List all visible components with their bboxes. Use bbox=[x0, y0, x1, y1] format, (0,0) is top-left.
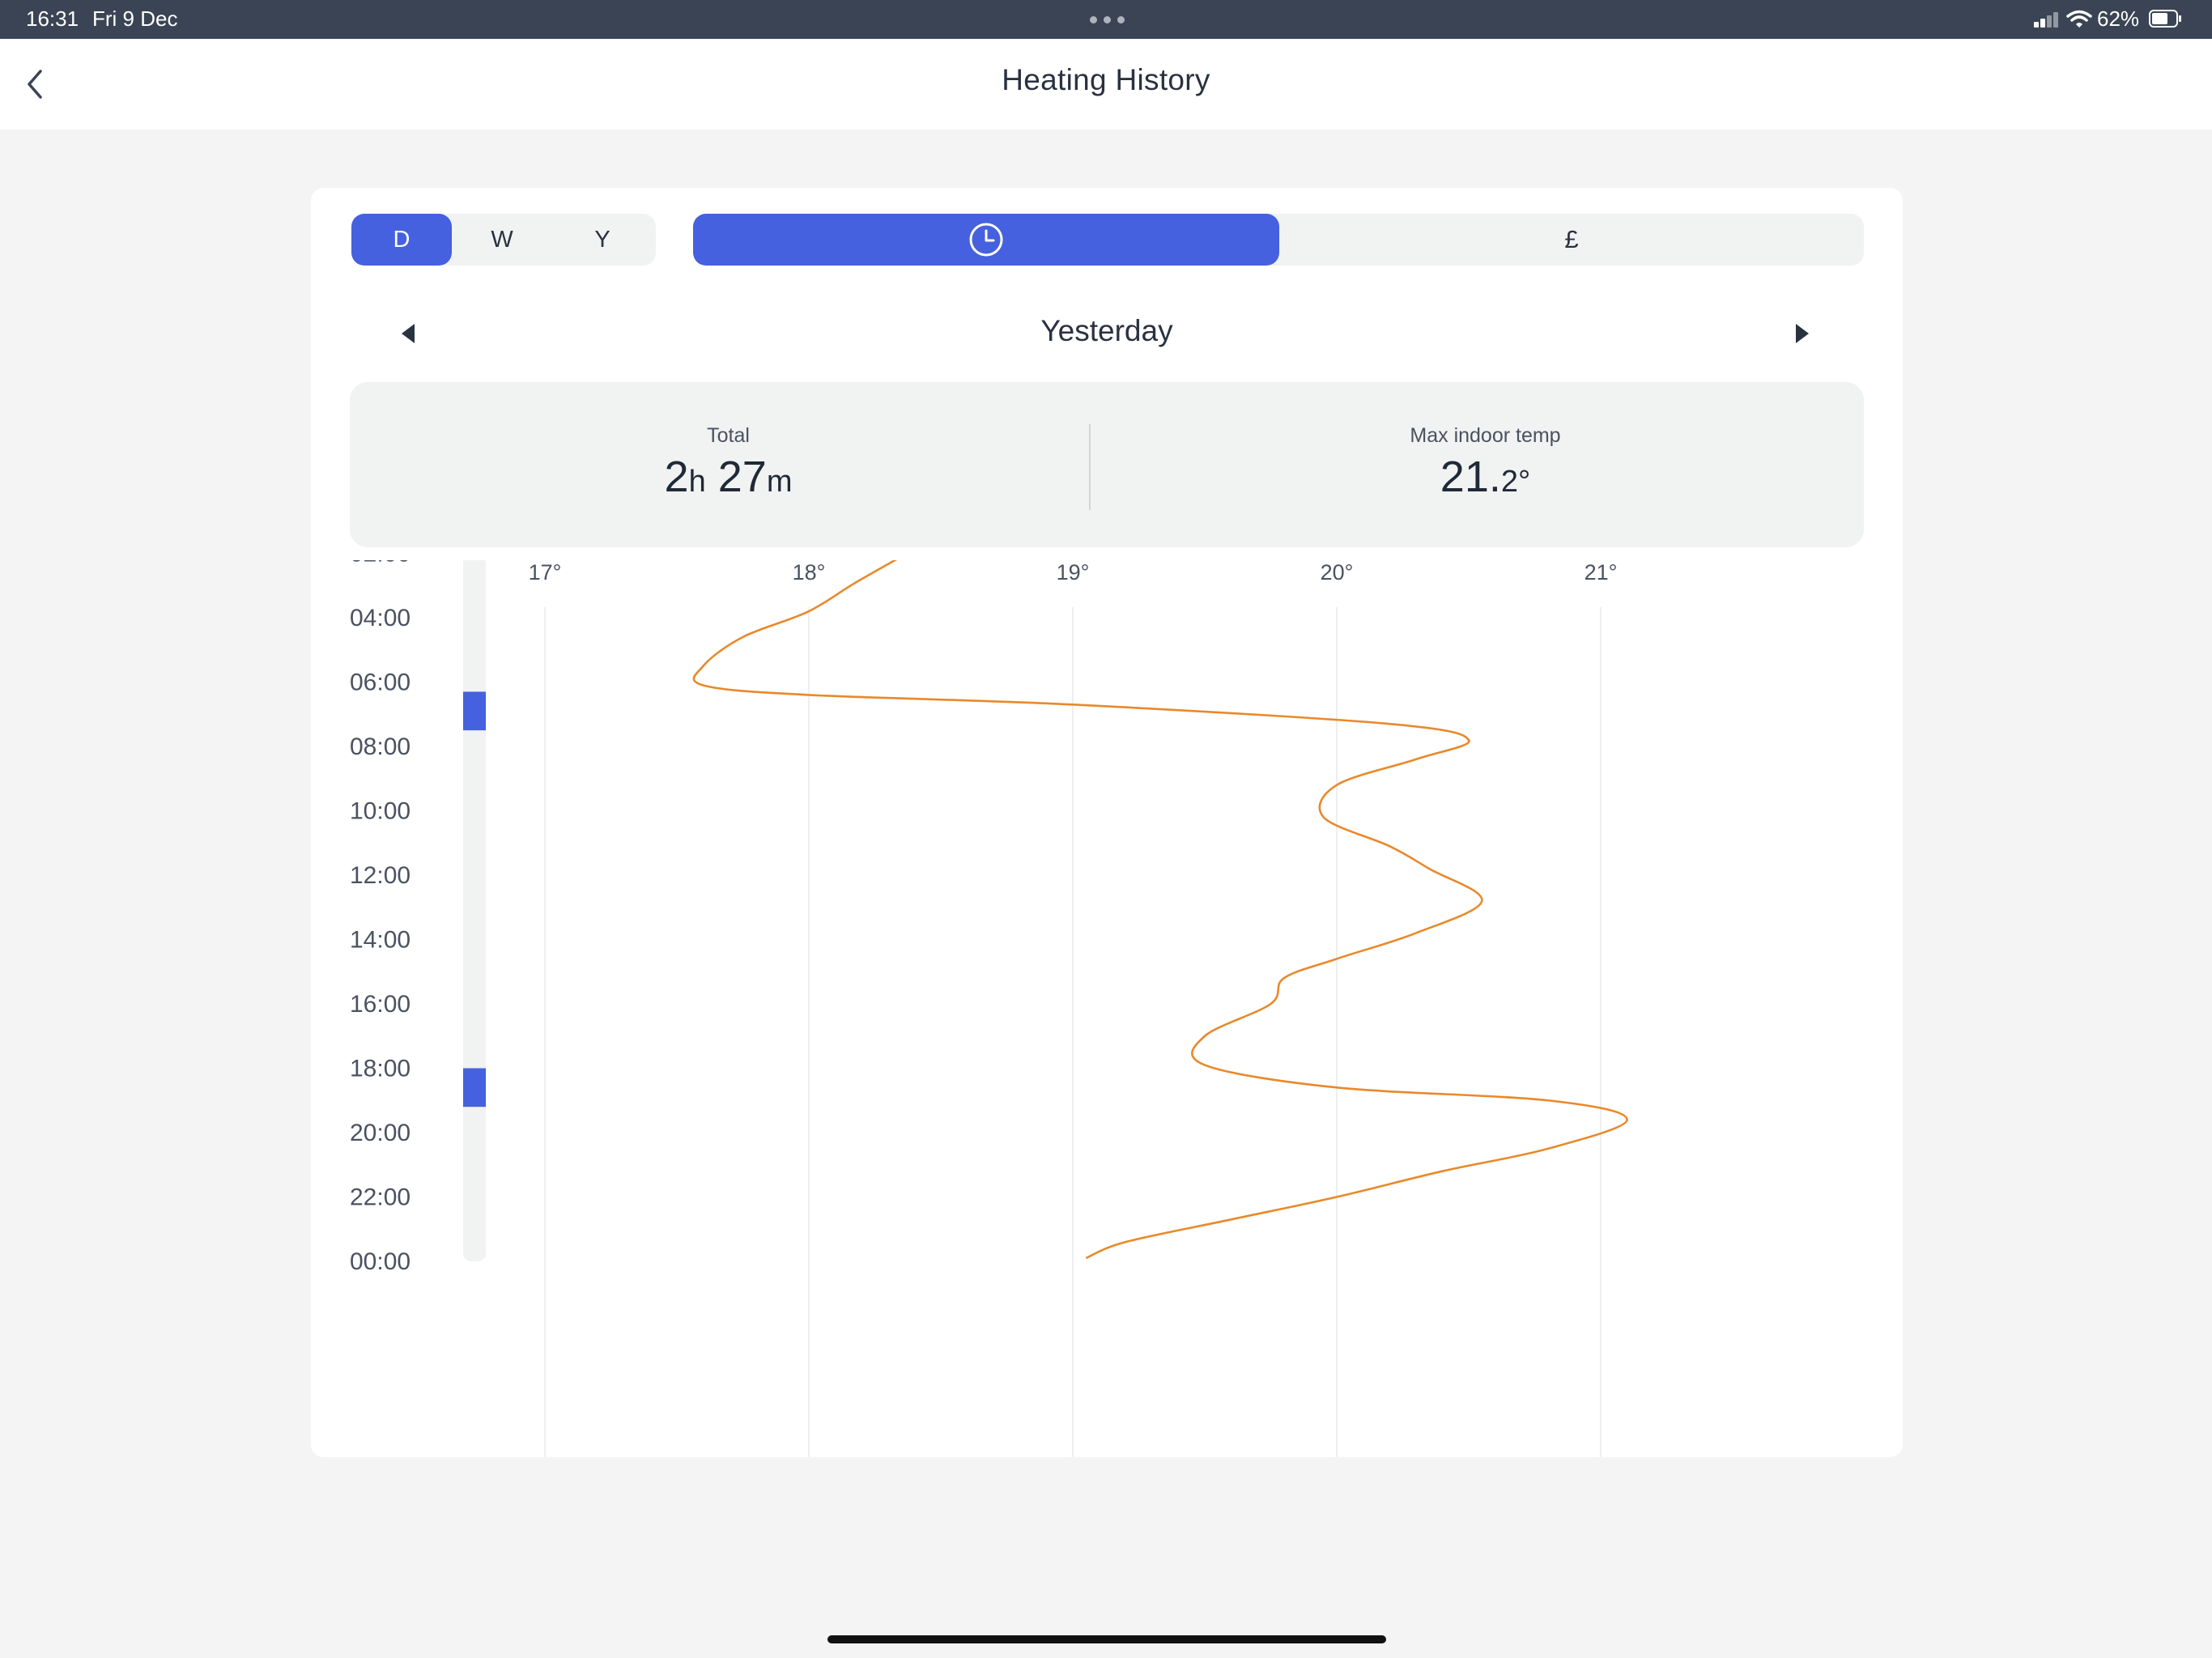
home-indicator[interactable] bbox=[827, 1635, 1386, 1643]
summary-divider bbox=[1089, 424, 1091, 510]
total-hours-unit: h bbox=[688, 465, 706, 499]
max-temp-fraction: 2 bbox=[1500, 465, 1518, 499]
max-temp-label: Max indoor temp bbox=[1410, 424, 1561, 447]
x-tick-label: 18° bbox=[793, 560, 826, 585]
date-label: Yesterday bbox=[1040, 314, 1173, 347]
wifi-icon bbox=[2066, 10, 2092, 28]
navigation-bar: Heating History bbox=[0, 39, 2212, 130]
max-temp-main: 21. bbox=[1440, 453, 1501, 501]
period-week-button[interactable]: W bbox=[452, 214, 552, 266]
y-tick-label: 10:00 bbox=[350, 798, 410, 825]
period-year-button[interactable]: Y bbox=[552, 214, 653, 266]
y-tick-label: 08:00 bbox=[350, 733, 410, 760]
max-temp-value: 21.2° bbox=[1107, 452, 1864, 502]
next-day-arrow-icon[interactable] bbox=[1791, 317, 1815, 350]
temperature-line bbox=[692, 560, 1628, 1260]
x-tick-label: 19° bbox=[1057, 560, 1090, 585]
summary-panel: Total 2h 27m Max indoor temp 21.2° bbox=[350, 382, 1864, 547]
battery-icon bbox=[2149, 10, 2181, 28]
y-tick-label: 22:00 bbox=[350, 1184, 410, 1211]
y-tick-label: 02:00 bbox=[350, 560, 410, 568]
heating-timeline-track bbox=[463, 560, 486, 1261]
heating-period-bar bbox=[463, 1068, 486, 1107]
y-tick-label: 12:00 bbox=[350, 862, 410, 889]
heating-history-card: D W Y £ Yesterday Total 2h 27m Max indoo… bbox=[311, 188, 1903, 1457]
status-date: Fri 9 Dec bbox=[92, 6, 178, 31]
status-bar: 16:31 Fri 9 Dec 62% bbox=[0, 0, 2212, 39]
total-minutes: 27 bbox=[717, 453, 767, 501]
x-tick-label: 20° bbox=[1321, 560, 1354, 585]
page-title: Heating History bbox=[1002, 63, 1210, 96]
clock-icon bbox=[969, 223, 1003, 257]
mode-selector: £ bbox=[693, 214, 1864, 266]
y-tick-label: 20:00 bbox=[350, 1120, 410, 1146]
total-minutes-unit: m bbox=[766, 465, 793, 499]
x-tick-label: 17° bbox=[529, 560, 562, 585]
cost-mode-button[interactable]: £ bbox=[1279, 214, 1864, 266]
period-selector: D W Y bbox=[351, 214, 656, 266]
y-tick-label: 06:00 bbox=[350, 670, 410, 696]
y-tick-label: 00:00 bbox=[350, 1248, 410, 1275]
period-day-button[interactable]: D bbox=[351, 214, 452, 266]
battery-percentage: 62% bbox=[2097, 6, 2140, 31]
total-hours: 2 bbox=[664, 453, 689, 501]
max-temp-unit: ° bbox=[1518, 465, 1531, 499]
x-tick-label: 21° bbox=[1585, 560, 1618, 585]
total-heating-time: Total 2h 27m bbox=[350, 382, 1107, 547]
y-tick-label: 04:00 bbox=[350, 605, 410, 631]
heating-period-bar bbox=[463, 691, 486, 731]
y-tick-label: 16:00 bbox=[350, 991, 410, 1018]
status-time: 16:31 bbox=[26, 6, 79, 31]
max-indoor-temp: Max indoor temp 21.2° bbox=[1107, 382, 1864, 547]
temperature-chart: 17° 18° 19° 20° 21° 00:00 02:00 04:00 06:00 08:00… bbox=[350, 560, 1628, 1457]
total-value: 2h 27m bbox=[350, 452, 1107, 502]
time-mode-button[interactable] bbox=[693, 214, 1279, 266]
y-tick-label: 18:00 bbox=[350, 1056, 410, 1082]
multitasking-dots-icon[interactable] bbox=[1090, 16, 1125, 24]
y-tick-label: 14:00 bbox=[350, 927, 410, 954]
cellular-signal-icon bbox=[2034, 11, 2060, 28]
total-label: Total bbox=[707, 424, 750, 447]
